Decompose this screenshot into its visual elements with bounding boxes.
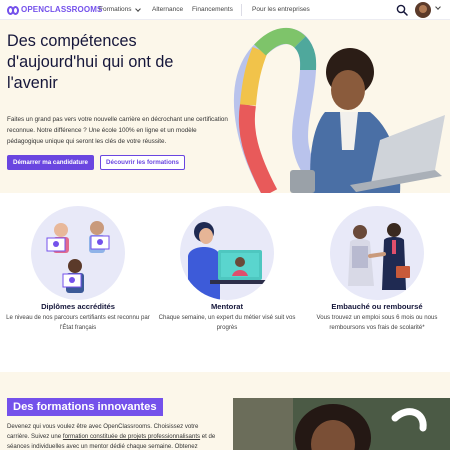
- hero-title: Des compétences d'aujourd'hui qui ont de…: [7, 32, 174, 92]
- page: OPENCLASSROOMS Formations Alternance Fin…: [0, 0, 450, 450]
- discover-courses-button[interactable]: Découvrir les formations: [100, 155, 185, 170]
- logo[interactable]: OPENCLASSROOMS: [7, 5, 102, 15]
- nav-formations-label: Formations: [99, 6, 132, 13]
- accredited-diplomas-illustration: [31, 206, 125, 300]
- feature-title: Diplômes accrédités: [41, 302, 115, 311]
- logo-text: OPENCLASSROOMS: [21, 5, 103, 14]
- top-navigation-bar: OPENCLASSROOMS Formations Alternance Fin…: [0, 0, 450, 20]
- avatar[interactable]: [415, 2, 431, 18]
- feature-text: Chaque semaine, un expert du métier visé…: [158, 314, 296, 331]
- nav-entreprises[interactable]: Pour les entreprises: [252, 5, 310, 15]
- feature-title: Mentorat: [210, 302, 244, 311]
- hero-illustration: [230, 20, 450, 193]
- hero-description: Faites un grand pas vers votre nouvelle …: [7, 116, 228, 145]
- chevron-down-icon[interactable]: [435, 4, 441, 10]
- feature-text: Vous trouvez un emploi sous 6 mois ou no…: [316, 314, 438, 331]
- section-description: Devenez qui vous voulez être avec OpenCl…: [7, 422, 222, 450]
- search-icon[interactable]: [396, 4, 408, 16]
- chevron-down-icon: [134, 6, 141, 12]
- start-application-button[interactable]: Démarrer ma candidature: [7, 155, 94, 170]
- feature-text: Le niveau de nos parcours certifiants es…: [6, 314, 150, 331]
- logo-icon: [7, 5, 19, 15]
- mentorship-illustration: [180, 206, 274, 300]
- feature-title: Embauché ou remboursé: [331, 302, 423, 311]
- projects-link[interactable]: formation constituée de projets professi…: [63, 433, 200, 440]
- student-photo: [233, 398, 450, 450]
- section-title: Des formations innovantes: [7, 398, 163, 416]
- nav-financements[interactable]: Financements: [192, 5, 233, 15]
- nav-formations[interactable]: Formations: [99, 5, 141, 15]
- nav-alternance[interactable]: Alternance: [152, 5, 183, 15]
- innovative-courses-section: Des formations innovantes Devenez qui vo…: [0, 372, 450, 450]
- nav-divider: [241, 4, 242, 16]
- hired-or-refunded-illustration: [330, 206, 424, 300]
